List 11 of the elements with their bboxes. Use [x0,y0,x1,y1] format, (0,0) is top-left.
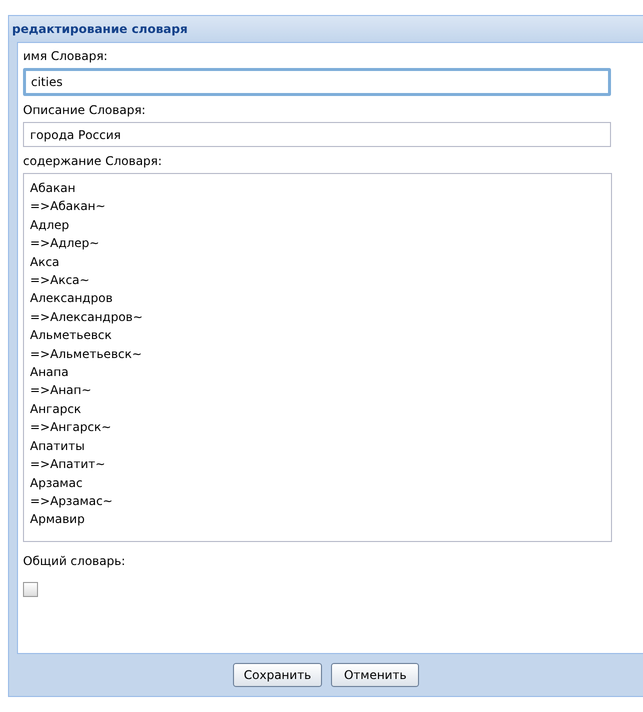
cancel-button[interactable]: Отменить [331,663,420,687]
checkbox-label: Общий словарь: [23,554,126,569]
save-button[interactable]: Сохранить [232,663,322,687]
field-label: имя Словаря: [23,49,108,64]
name-field[interactable]: cities [23,68,611,96]
shared-checkbox[interactable] [23,582,38,597]
content-field[interactable]: Абакан =>Абакан~ Адлер =>Адлер~ Акса =>Акса~ Александров =>Александров~ Альметьевск =>Альметьевск~ Анапа =>Анап~ Ангарск =>Ангарск~ Апатиты =>Апатит~ Арзамас =>Арзамас~ Армавир [23,173,612,542]
field-label: Описание Словаря: [23,103,146,118]
field-label: содержание Словаря: [23,154,162,169]
dialog-title: редактирование словаря [12,22,188,36]
description-field[interactable]: города Россия [23,122,611,147]
